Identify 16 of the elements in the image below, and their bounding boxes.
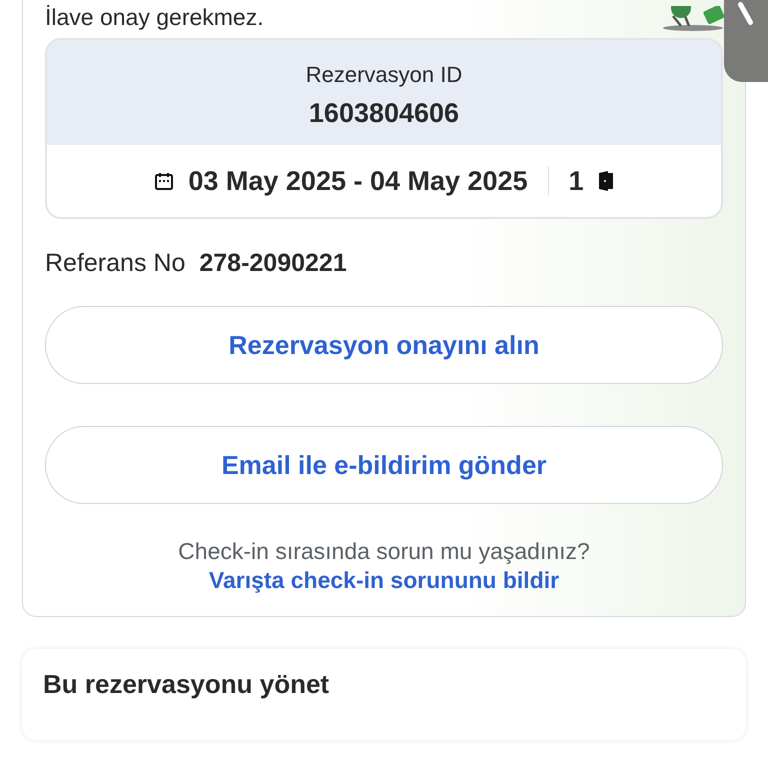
slash-icon	[738, 2, 753, 25]
reference-number: 278-2090221	[199, 249, 347, 278]
date-range: 03 May 2025 - 04 May 2025	[188, 166, 528, 196]
reservation-id: 1603804606	[308, 98, 460, 129]
calendar-icon	[154, 171, 174, 191]
door-icon	[598, 171, 614, 191]
traveler-illustration	[663, 6, 727, 32]
action-button[interactable]: Email ile e-bildirim gönder	[45, 426, 723, 504]
reservation-id-label: Rezervasyon ID	[306, 62, 462, 88]
reference-label: Referans No	[45, 249, 186, 278]
section-title: Bu rezervasyonu yönet	[43, 669, 330, 699]
info-text: İlave onay gerekmez.	[45, 3, 264, 32]
action-button[interactable]: Rezervasyon onayını alın	[45, 306, 723, 384]
help-question: Check-in sırasında sorun mu yaşadınız?	[178, 538, 590, 565]
room-count: 1	[568, 166, 584, 196]
report-issue-link[interactable]: Varışta check-in sorununu bildir	[208, 567, 560, 594]
